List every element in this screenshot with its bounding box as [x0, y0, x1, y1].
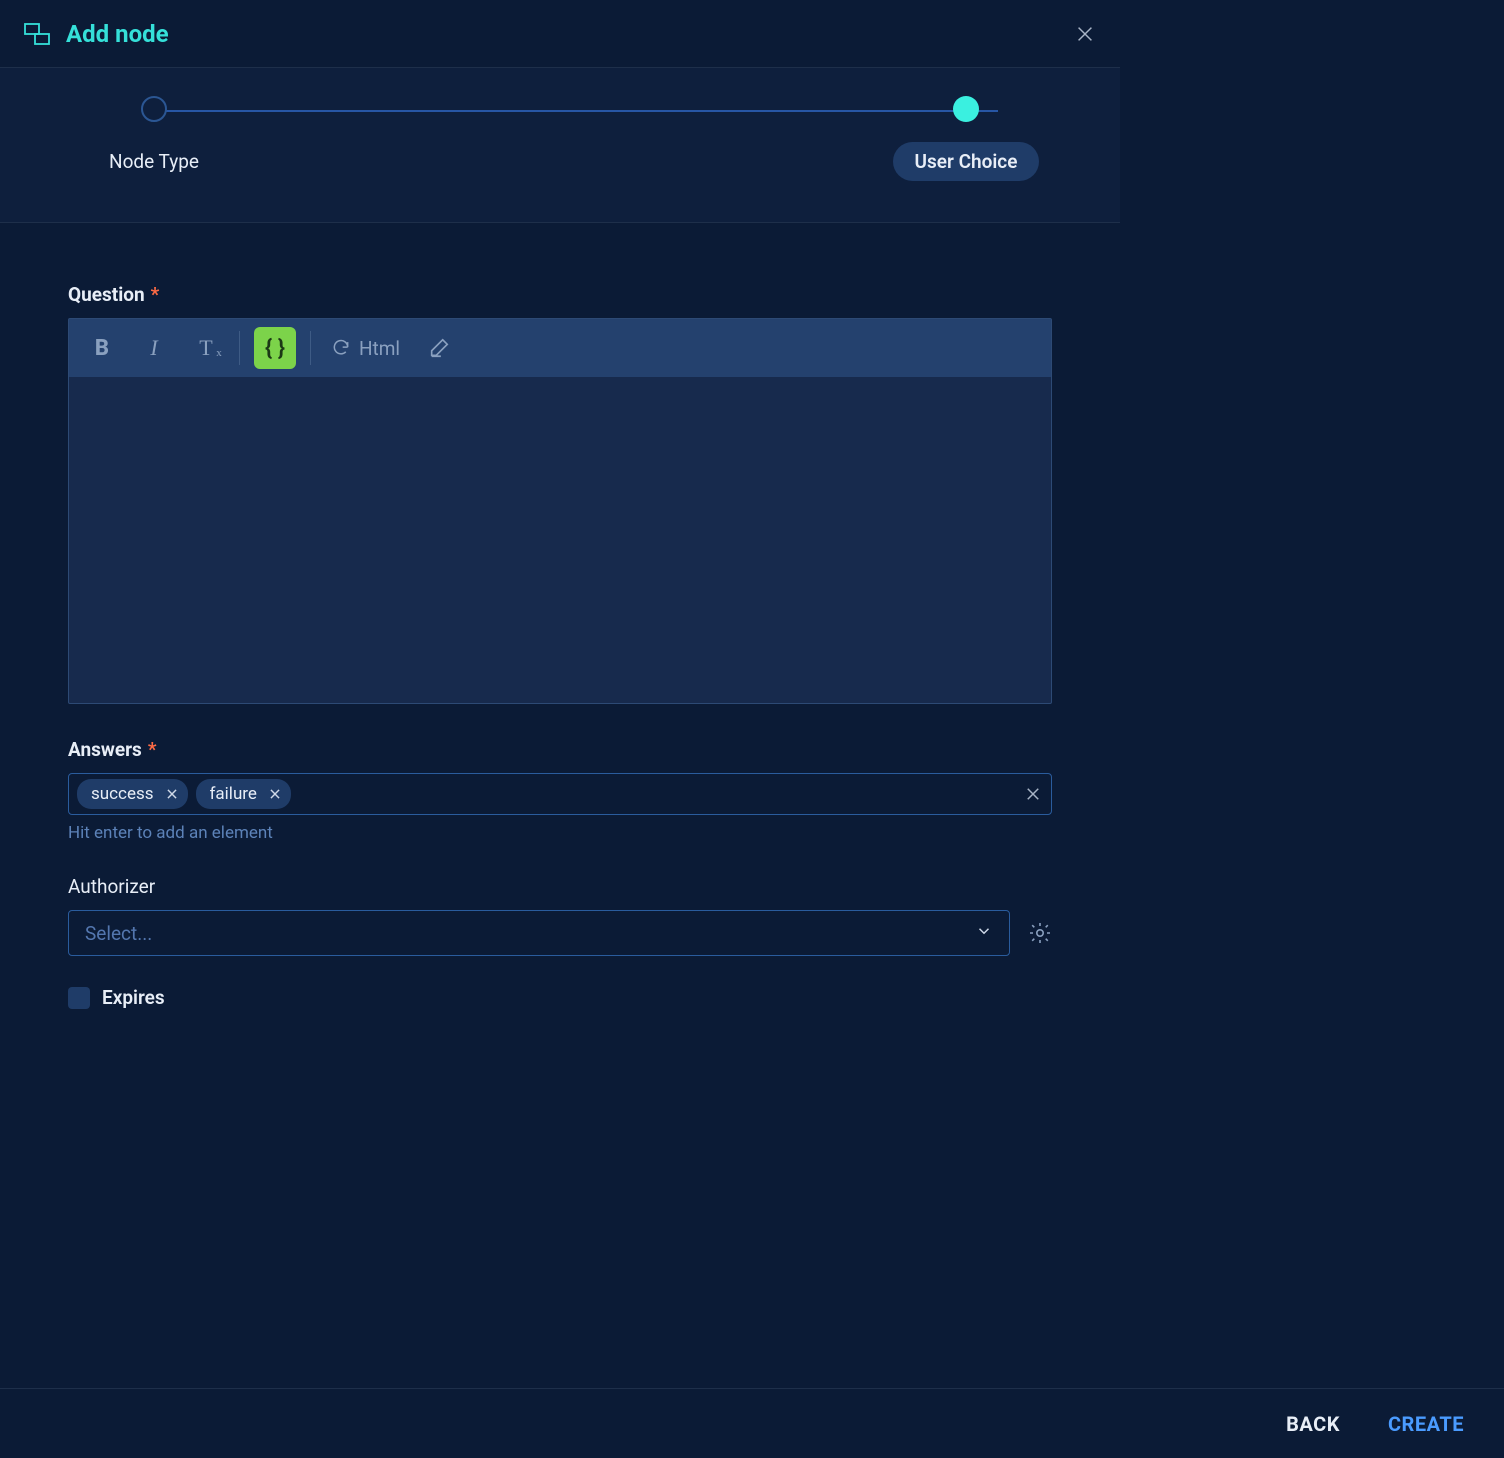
authorizer-select[interactable]: Select...	[68, 910, 1010, 956]
editor-toolbar: B I Tx { } Html	[69, 319, 1051, 377]
answers-field: Answers * success failure Hit enter to a…	[68, 738, 1052, 843]
authorizer-label: Authorizer	[68, 875, 1052, 898]
step-dot	[953, 96, 979, 122]
node-icon	[24, 23, 50, 45]
step-label: User Choice	[893, 142, 1040, 181]
close-icon[interactable]	[1074, 23, 1096, 45]
question-label: Question *	[68, 283, 1052, 306]
expires-field: Expires	[68, 986, 1052, 1009]
dialog-header: Add node	[0, 0, 1120, 68]
eraser-button[interactable]	[420, 329, 458, 367]
stepper: Node Type User Choice	[0, 68, 1120, 223]
label-text: Question	[68, 283, 145, 306]
tag-label: success	[91, 784, 154, 804]
answers-helper-text: Hit enter to add an element	[68, 823, 1052, 843]
answer-tag: success	[77, 779, 188, 809]
create-button[interactable]: CREATE	[1388, 1412, 1464, 1436]
select-placeholder: Select...	[85, 922, 152, 945]
html-label: Html	[359, 337, 400, 360]
required-mark: *	[148, 738, 157, 761]
html-toggle-button[interactable]: Html	[325, 329, 406, 367]
required-mark: *	[151, 283, 160, 306]
gear-icon[interactable]	[1028, 921, 1052, 945]
tag-label: failure	[210, 784, 257, 804]
rich-text-editor: B I Tx { } Html	[68, 318, 1052, 704]
dialog-title: Add node	[66, 20, 169, 48]
editor-textarea[interactable]	[69, 377, 1051, 703]
step-node-type[interactable]: Node Type	[44, 96, 264, 181]
answer-tag: failure	[196, 779, 291, 809]
dialog-footer: BACK CREATE	[0, 1388, 1504, 1458]
label-text: Answers	[68, 738, 142, 761]
remove-tag-icon[interactable]	[267, 786, 283, 802]
remove-tag-icon[interactable]	[164, 786, 180, 802]
chevron-down-icon	[975, 922, 993, 945]
clear-all-tags-icon[interactable]	[1023, 784, 1043, 804]
back-button[interactable]: BACK	[1286, 1412, 1340, 1436]
expires-checkbox[interactable]	[68, 987, 90, 1009]
step-user-choice[interactable]: User Choice	[856, 96, 1076, 181]
answers-input[interactable]: success failure	[68, 773, 1052, 815]
authorizer-field: Authorizer Select...	[68, 875, 1052, 956]
toolbar-separator	[310, 331, 311, 365]
step-dot	[141, 96, 167, 122]
bold-button[interactable]: B	[83, 329, 121, 367]
form-body: Question * B I Tx { } Html	[0, 223, 1120, 1039]
toolbar-separator	[239, 331, 240, 365]
italic-button[interactable]: I	[135, 329, 173, 367]
expires-label: Expires	[102, 986, 165, 1009]
code-variable-button[interactable]: { }	[254, 327, 296, 369]
question-field: Question * B I Tx { } Html	[68, 283, 1052, 704]
clear-format-button[interactable]: Tx	[187, 329, 225, 367]
answers-label: Answers *	[68, 738, 1052, 761]
step-label: Node Type	[87, 142, 221, 181]
